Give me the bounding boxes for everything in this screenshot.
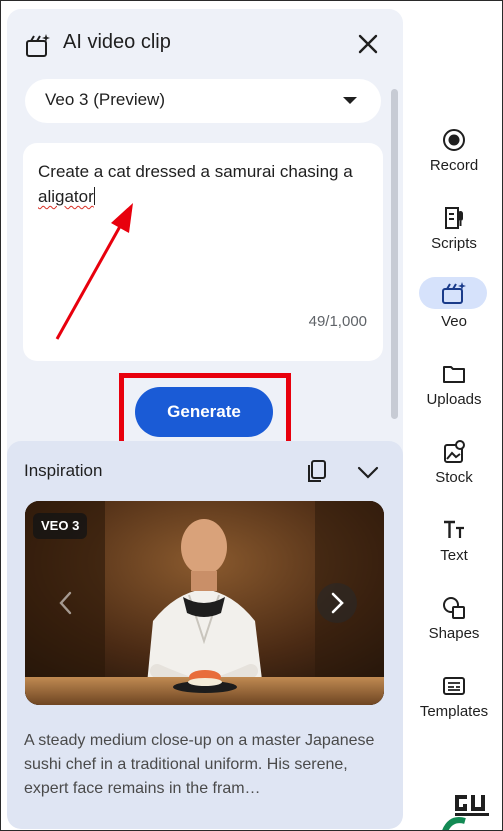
rail-item-label: Scripts — [431, 235, 477, 252]
ai-video-clip-panel: AI video clip Veo 3 (Preview) Create a c… — [7, 9, 403, 829]
rail-item-shapes[interactable]: Shapes — [413, 591, 495, 659]
shapes-icon — [443, 597, 465, 619]
chevron-right-icon[interactable] — [317, 583, 357, 623]
inspiration-title: Inspiration — [24, 461, 103, 480]
rail-item-veo[interactable]: Veo — [413, 279, 495, 347]
rail-item-templates[interactable]: Templates — [413, 669, 495, 737]
rail-item-uploads[interactable]: Uploads — [413, 357, 495, 425]
rail-item-scripts[interactable]: Scripts — [413, 201, 495, 269]
panel-scrollbar[interactable] — [391, 89, 398, 419]
ai-video-sparkle-icon — [26, 34, 50, 57]
rail-item-label: Uploads — [426, 391, 482, 408]
chevron-left-icon[interactable] — [51, 585, 81, 621]
prompt-text: Create a cat dressed a samurai chasing a… — [38, 159, 374, 209]
rail-item-label: Record — [429, 157, 479, 174]
folder-icon — [443, 366, 465, 383]
rail-item-label: Veo — [441, 313, 467, 330]
rail-item-record[interactable]: Record — [413, 123, 495, 191]
text-icon — [444, 520, 464, 538]
rail-item-label: Templates — [419, 703, 489, 720]
veo-icon — [442, 282, 466, 304]
panel-header: AI video clip — [7, 9, 403, 77]
rail-item-label: Stock — [435, 469, 473, 486]
inspiration-video-thumbnail[interactable]: VEO 3 — [25, 501, 384, 705]
rail-item-text[interactable]: Text — [413, 513, 495, 581]
panel-title: AI video clip — [63, 31, 171, 53]
inspiration-section: Inspiration VEO 3 A steady medium close-… — [7, 441, 403, 829]
copy-icon[interactable] — [303, 457, 331, 485]
chevron-down-icon[interactable] — [355, 459, 381, 485]
templates-icon — [443, 677, 465, 695]
text-cursor — [93, 187, 95, 205]
rail-item-stock[interactable]: Stock — [413, 435, 495, 503]
prompt-textarea[interactable]: Create a cat dressed a samurai chasing a… — [23, 143, 383, 361]
stock-icon — [444, 440, 465, 463]
generate-button[interactable]: Generate — [135, 387, 273, 437]
misspelled-word: aligator — [38, 187, 94, 206]
character-count: 49/1,000 — [308, 313, 367, 330]
prompt-text-main: Create a cat dressed a samurai chasing a — [38, 162, 353, 181]
record-icon — [443, 129, 465, 151]
inspiration-description: A steady medium close-up on a master Jap… — [24, 732, 375, 797]
rail-item-label: Shapes — [428, 625, 480, 642]
rail-item-label: Text — [440, 547, 468, 564]
close-icon[interactable] — [353, 29, 383, 59]
model-select-value: Veo 3 (Preview) — [45, 90, 165, 109]
site-watermark-logo — [442, 791, 495, 830]
model-select-dropdown[interactable]: Veo 3 (Preview) — [25, 79, 381, 123]
scripts-icon — [445, 207, 463, 229]
dropdown-caret-icon — [343, 97, 357, 104]
veo-3-badge: VEO 3 — [33, 513, 88, 539]
app-window: AI video clip Veo 3 (Preview) Create a c… — [0, 0, 503, 831]
